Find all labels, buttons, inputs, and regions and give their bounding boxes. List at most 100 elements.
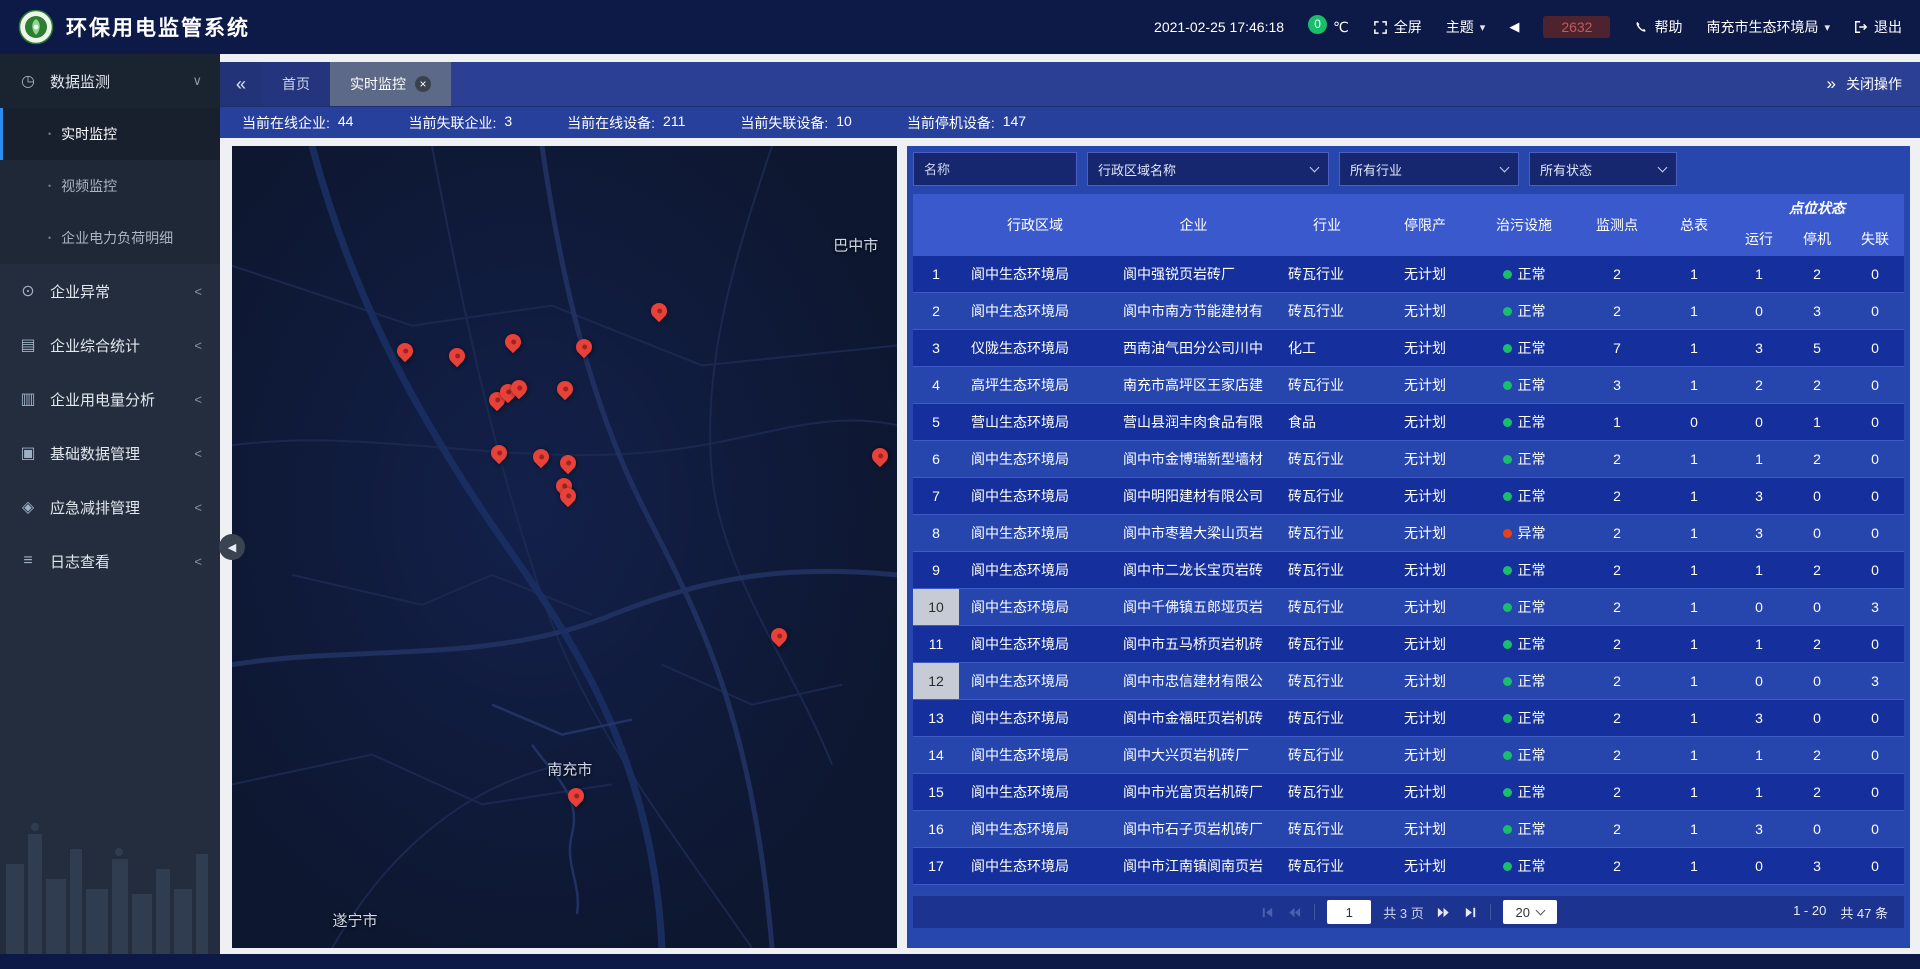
- org-dropdown[interactable]: 南充市生态环境局 ▾: [1706, 17, 1830, 37]
- tab-realtime-monitor[interactable]: 实时监控 ×: [330, 62, 451, 106]
- row-meters: 1: [1658, 885, 1730, 890]
- industry-filter-select[interactable]: 所有行业: [1339, 152, 1519, 186]
- row-industry: 砖瓦行业: [1276, 811, 1378, 847]
- chevron-icon: <: [194, 500, 202, 515]
- sidebar-group-icon: ▥: [18, 389, 38, 409]
- stat-label: 当前失联企业:: [408, 113, 496, 133]
- sidebar-group-button[interactable]: ◷ 数据监测 ∨: [0, 54, 220, 108]
- row-meters: 1: [1658, 589, 1730, 625]
- help-button[interactable]: 帮助: [1634, 17, 1682, 37]
- tab-scroll-left-button[interactable]: «: [220, 62, 262, 106]
- col-stop: 停限产: [1378, 194, 1472, 256]
- sidebar-group: ◷ 数据监测 ∨ • 实时监控 • 视频监控 • 企业电力负荷明细: [0, 54, 220, 264]
- table-row[interactable]: 4 高坪生态环境局 南充市高坪区王家店建 砖瓦行业 无计划 正常 3 1 2 2…: [913, 367, 1904, 404]
- prev-page-button[interactable]: [1287, 905, 1302, 920]
- close-operations-button[interactable]: 关闭操作: [1846, 74, 1902, 94]
- table-row[interactable]: 3 仪陇生态环境局 西南油气田分公司川中 化工 无计划 正常 7 1 3 5 0: [913, 330, 1904, 367]
- sidebar-item[interactable]: • 企业电力负荷明细: [0, 212, 220, 264]
- table-row[interactable]: 11 阆中生态环境局 阆中市五马桥页岩机砖 砖瓦行业 无计划 正常 2 1 1 …: [913, 626, 1904, 663]
- last-page-button[interactable]: [1463, 905, 1478, 920]
- facility-text: 正常: [1518, 708, 1546, 728]
- row-industry: 砖瓦行业: [1276, 515, 1378, 551]
- sidebar-group-icon: ≡: [18, 552, 38, 570]
- row-industry: 化工: [1276, 330, 1378, 366]
- speaker-icon[interactable]: ◀: [1509, 19, 1519, 35]
- table-row[interactable]: 16 阆中生态环境局 阆中市石子页岩机砖厂 砖瓦行业 无计划 正常 2 1 3 …: [913, 811, 1904, 848]
- table-row[interactable]: 7 阆中生态环境局 阆中明阳建材有限公司 砖瓦行业 无计划 正常 2 1 3 0…: [913, 478, 1904, 515]
- region-filter-select[interactable]: 行政区域名称: [1087, 152, 1329, 186]
- sidebar-group-button[interactable]: ⊙ 企业异常 <: [0, 264, 220, 318]
- table-row[interactable]: 12 阆中生态环境局 阆中市忠信建材有限公 砖瓦行业 无计划 正常 2 1 0 …: [913, 663, 1904, 700]
- sidebar-group-button[interactable]: ▣ 基础数据管理 <: [0, 426, 220, 480]
- table-row[interactable]: 6 阆中生态环境局 阆中市金博瑞新型墙材 砖瓦行业 无计划 正常 2 1 1 2…: [913, 441, 1904, 478]
- sidebar-item[interactable]: • 视频监控: [0, 160, 220, 212]
- row-stopped: 0: [1788, 811, 1846, 847]
- first-page-button[interactable]: [1260, 905, 1275, 920]
- sidebar-group-label: 基础数据管理: [50, 443, 140, 464]
- table-row[interactable]: 13 阆中生态环境局 阆中市金福旺页岩机砖 砖瓦行业 无计划 正常 2 1 3 …: [913, 700, 1904, 737]
- table-row[interactable]: 1 阆中生态环境局 阆中强锐页岩砖厂 砖瓦行业 无计划 正常 2 1 1 2 0: [913, 256, 1904, 293]
- row-region: 阆中生态环境局: [959, 293, 1111, 329]
- sidebar-group-button[interactable]: ≡ 日志查看 <: [0, 534, 220, 588]
- table-row[interactable]: 8 阆中生态环境局 阆中市枣碧大梁山页岩 砖瓦行业 无计划 异常 2 1 3 0…: [913, 515, 1904, 552]
- col-run: 运行: [1730, 222, 1788, 256]
- table-row[interactable]: 15 阆中生态环境局 阆中市光富页岩机砖厂 砖瓦行业 无计划 正常 2 1 1 …: [913, 774, 1904, 811]
- row-facility: 正常: [1472, 330, 1576, 366]
- row-index: 1: [913, 256, 959, 292]
- temperature-badge: 0: [1308, 15, 1327, 34]
- theme-dropdown[interactable]: 主题 ▾: [1446, 17, 1486, 37]
- topbar-right: 2021-02-25 17:46:18 0 ℃ 全屏 主题 ▾ ◀ 2632: [1154, 16, 1902, 38]
- close-icon[interactable]: ×: [415, 76, 431, 92]
- row-lost: 0: [1846, 330, 1904, 366]
- status-filter-select[interactable]: 所有状态: [1529, 152, 1677, 186]
- logout-button[interactable]: 退出: [1854, 17, 1902, 37]
- alert-count-badge[interactable]: 2632: [1543, 16, 1610, 38]
- row-index: 10: [913, 589, 959, 625]
- row-lost: 0: [1846, 404, 1904, 440]
- status-dot: [1503, 677, 1512, 686]
- row-region: 高坪生态环境局: [959, 367, 1111, 403]
- table-row[interactable]: 2 阆中生态环境局 阆中市南方节能建材有 砖瓦行业 无计划 正常 2 1 0 3…: [913, 293, 1904, 330]
- row-points: 2: [1576, 700, 1658, 736]
- next-page-button[interactable]: [1436, 905, 1451, 920]
- sidebar-group-button[interactable]: ▤ 企业综合统计 <: [0, 318, 220, 372]
- row-stop-status: 无计划: [1378, 811, 1472, 847]
- status-dot: [1503, 788, 1512, 797]
- map-canvas[interactable]: 巴中市南充市遂宁市: [232, 146, 897, 948]
- page-size-select[interactable]: 20: [1503, 900, 1557, 924]
- name-filter-input[interactable]: [924, 162, 1066, 177]
- row-stop-status: 无计划: [1378, 515, 1472, 551]
- row-index: 2: [913, 293, 959, 329]
- map-panel[interactable]: 巴中市南充市遂宁市 ◀: [232, 146, 897, 948]
- sidebar-group: ≡ 日志查看 <: [0, 534, 220, 588]
- row-stop-status: 无计划: [1378, 663, 1472, 699]
- table-row[interactable]: 10 阆中生态环境局 阆中千佛镇五郎垭页岩 砖瓦行业 无计划 正常 2 1 0 …: [913, 589, 1904, 626]
- tab-scroll-right-button[interactable]: »: [1827, 74, 1836, 94]
- chevron-icon: <: [194, 338, 202, 353]
- page-number-input[interactable]: 1: [1327, 900, 1371, 924]
- row-meters: 1: [1658, 515, 1730, 551]
- sidebar-item[interactable]: • 实时监控: [0, 108, 220, 160]
- table-row[interactable]: 18 南部生态环境局 南部县页岩砖厂有限公 砖瓦行业 无计划 正常 2 1 0 …: [913, 885, 1904, 890]
- row-region: 阆中生态环境局: [959, 589, 1111, 625]
- tab-home[interactable]: 首页: [262, 62, 330, 106]
- map-collapse-handle[interactable]: ◀: [219, 534, 245, 560]
- table-row[interactable]: 5 营山生态环境局 营山县润丰肉食品有限 食品 无计划 正常 1 0 0 1 0: [913, 404, 1904, 441]
- stat-value: 211: [663, 113, 685, 133]
- row-stop-status: 无计划: [1378, 478, 1472, 514]
- row-lost: 0: [1846, 552, 1904, 588]
- row-stopped: 2: [1788, 774, 1846, 810]
- table-row[interactable]: 17 阆中生态环境局 阆中市江南镇阆南页岩 砖瓦行业 无计划 正常 2 1 0 …: [913, 848, 1904, 885]
- row-industry: 食品: [1276, 404, 1378, 440]
- fullscreen-button[interactable]: 全屏: [1373, 17, 1422, 37]
- row-stop-status: 无计划: [1378, 848, 1472, 884]
- facility-text: 正常: [1518, 264, 1546, 284]
- name-filter[interactable]: [913, 152, 1077, 186]
- table-row[interactable]: 14 阆中生态环境局 阆中大兴页岩机砖厂 砖瓦行业 无计划 正常 2 1 1 2…: [913, 737, 1904, 774]
- col-region: 行政区域: [959, 194, 1111, 256]
- sidebar-group-button[interactable]: ▥ 企业用电量分析 <: [0, 372, 220, 426]
- table-row[interactable]: 9 阆中生态环境局 阆中市二龙长宝页岩砖 砖瓦行业 无计划 正常 2 1 1 2…: [913, 552, 1904, 589]
- sidebar-group-button[interactable]: ◈ 应急减排管理 <: [0, 480, 220, 534]
- row-index: 17: [913, 848, 959, 884]
- row-stop-status: 无计划: [1378, 404, 1472, 440]
